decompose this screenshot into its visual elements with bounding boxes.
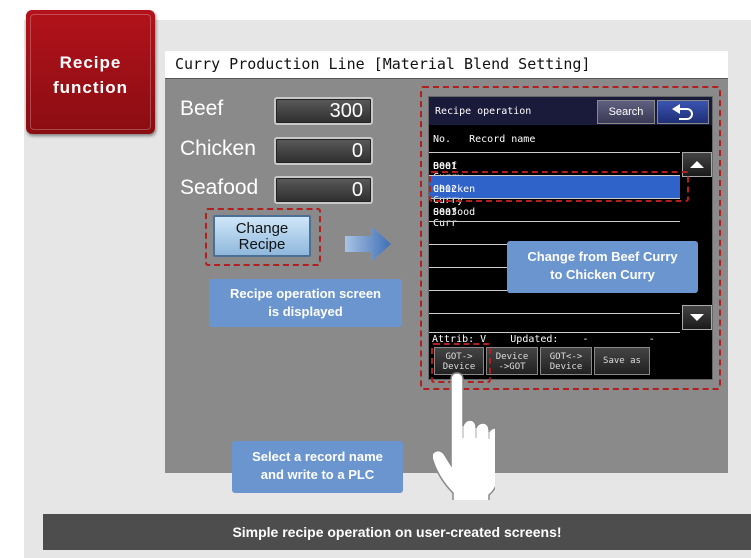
chicken-label: Chicken	[180, 137, 256, 160]
seafood-value-field[interactable]: 0	[274, 176, 373, 204]
badge-text: Recipe function	[52, 53, 129, 97]
screen-title-bar: Curry Production Line [Material Blend Se…	[165, 51, 728, 79]
beef-value-field[interactable]: 300	[274, 97, 373, 125]
got-device-compare-button[interactable]: GOT<-> Device	[540, 347, 592, 375]
col-record-name: Record name	[469, 134, 536, 145]
col-no: No.	[433, 134, 452, 145]
record-row-empty[interactable]	[429, 313, 680, 333]
search-button[interactable]: Search	[597, 100, 655, 124]
triangle-down-icon	[690, 314, 704, 321]
callout-screen-displayed: Recipe operation screen is displayed	[209, 279, 402, 327]
chicken-value-field[interactable]: 0	[274, 137, 373, 165]
right-arrow-icon	[345, 226, 391, 262]
undo-arrow-icon	[672, 104, 693, 120]
back-button[interactable]	[657, 100, 709, 124]
record-row-empty[interactable]	[429, 290, 680, 314]
device-to-got-button[interactable]: Device ->GOT	[486, 347, 538, 375]
screen-title: Curry Production Line [Material Blend Se…	[175, 55, 591, 73]
beef-label: Beef	[180, 97, 224, 120]
updated-value: -	[582, 334, 589, 345]
chicken-value: 0	[351, 140, 363, 162]
footer-banner: Simple recipe operation on user-created …	[43, 514, 751, 550]
column-headers: No. Record name	[433, 134, 535, 145]
callout-select-write: Select a record name and write to a PLC	[232, 441, 403, 493]
recipe-operation-panel: Recipe operation Search No. Record name …	[428, 96, 713, 380]
recipe-panel-header: Recipe operation Search	[429, 97, 712, 125]
pointing-hand-icon	[433, 372, 495, 500]
seafood-label: Seafood	[180, 176, 259, 199]
recipe-function-badge: Recipe function	[26, 10, 155, 134]
updated-text: Updated:	[510, 334, 559, 345]
change-recipe-button[interactable]: Change Recipe	[213, 215, 311, 257]
selected-record-highlight	[429, 171, 689, 202]
updated-value: -	[648, 334, 655, 345]
scroll-down-button[interactable]	[682, 305, 712, 330]
callout-change-recipe: Change from Beef Curry to Chicken Curry	[507, 241, 698, 293]
beef-value: 300	[329, 100, 363, 122]
seafood-value: 0	[351, 179, 363, 201]
save-as-button[interactable]: Save as	[594, 347, 650, 375]
recipe-panel-title: Recipe operation	[435, 106, 532, 117]
